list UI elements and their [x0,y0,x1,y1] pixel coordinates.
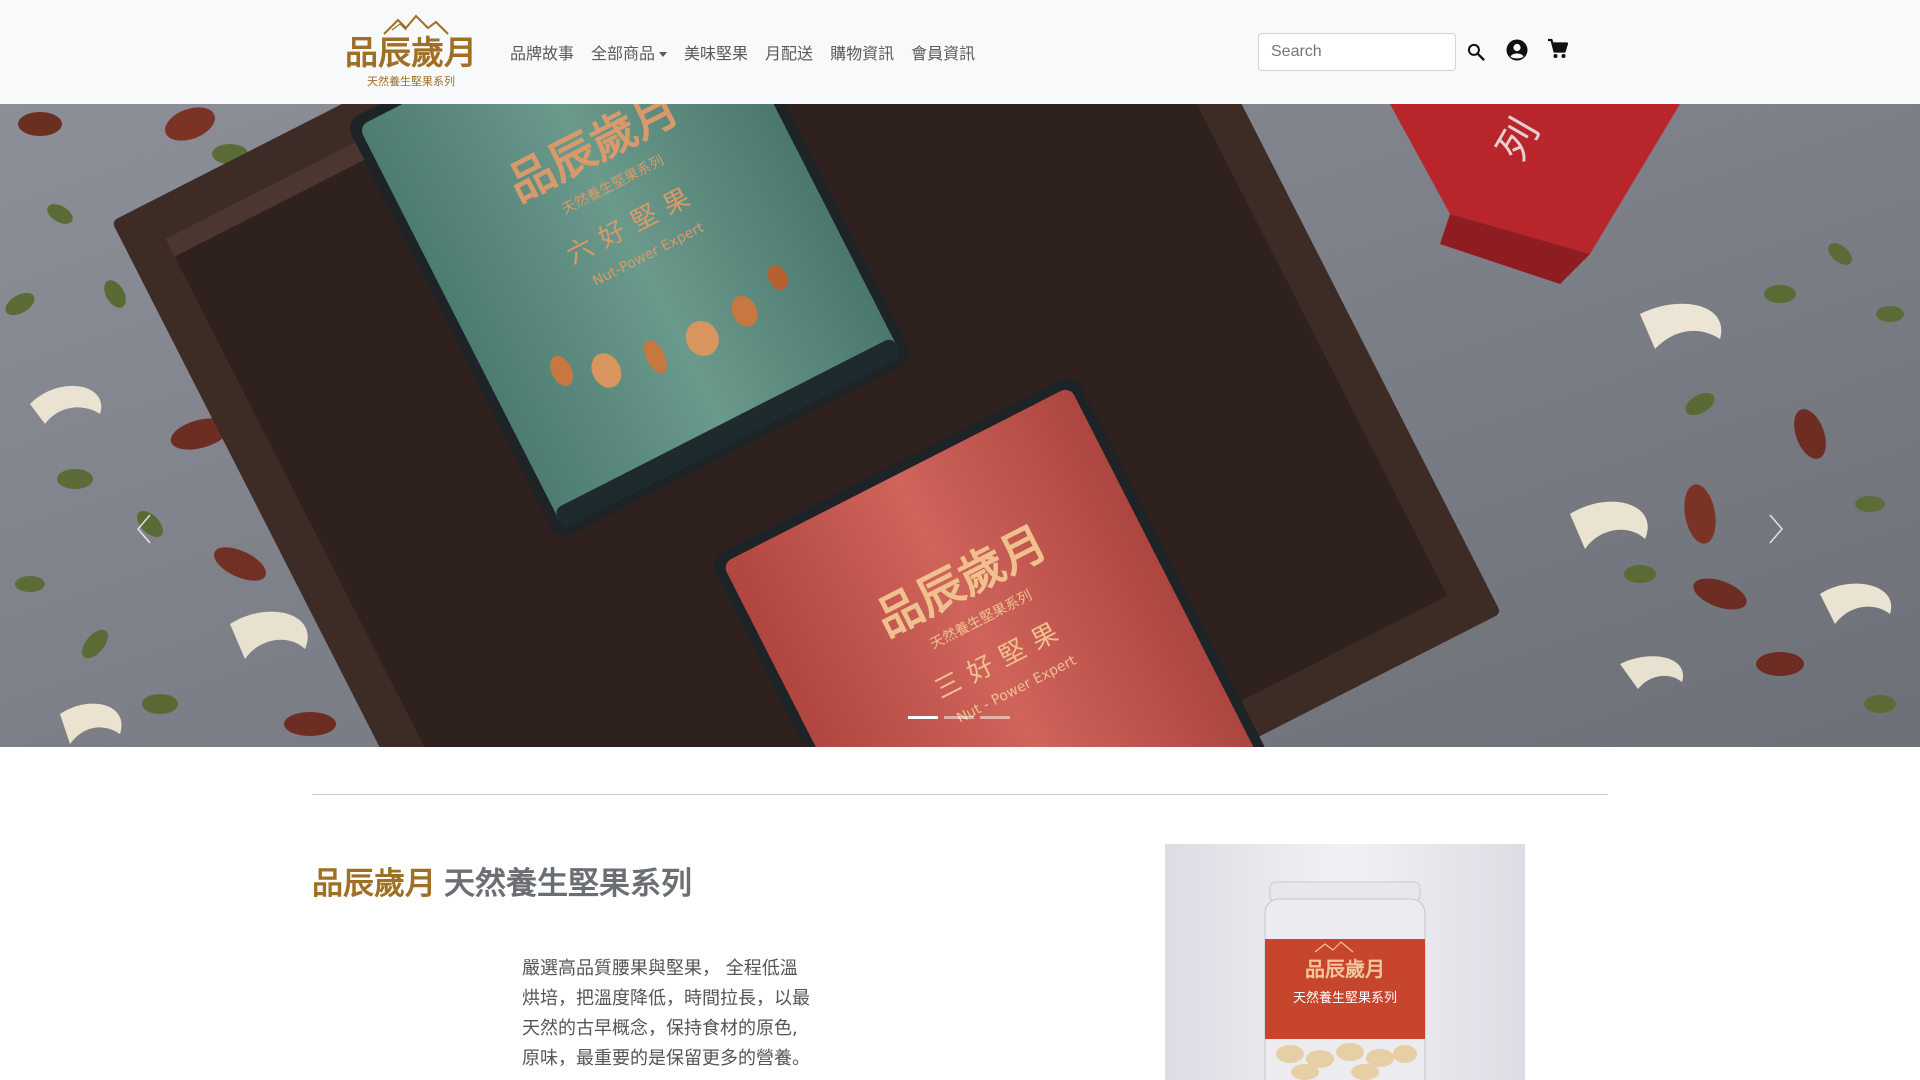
search-button[interactable] [1462,38,1490,66]
carousel-prev-button[interactable] [124,499,164,559]
user-circle-icon [1506,39,1528,61]
hero-carousel: 列 品辰歲月 天然養生堅果系列 六好堅果 Nut-Power Expert 品辰… [0,104,1920,747]
search-input[interactable] [1258,33,1456,71]
description-line: 天然的古早概念，保持食材的原色, [522,1018,798,1039]
carousel-indicator-3[interactable] [980,716,1010,719]
product-jar-graphic: 品辰歲月 天然養生堅果系列 [1165,844,1525,1080]
chevron-left-icon [137,514,151,544]
cart-button[interactable] [1544,35,1572,63]
brand-description: 嚴選高品質腰果與堅果， 全程低溫 烘培，把溫度降低，時間拉長，以最 天然的古早概… [522,954,862,1074]
jar-logo: 品辰歲月 [1305,957,1385,981]
nav-item-monthly-delivery[interactable]: 月配送 [765,40,813,64]
section-divider [312,794,1608,795]
nav-item-shopping-info[interactable]: 購物資訊 [830,40,894,64]
search-icon [1467,43,1485,61]
nav-item-brand-story[interactable]: 品牌故事 [510,40,574,64]
main-nav: 品牌故事 全部商品 美味堅果 月配送 購物資訊 會員資訊 [510,40,975,64]
heading-series: 天然養生堅果系列 [444,866,692,902]
brand-logo-subtitle: 天然養生堅果系列 [367,74,455,88]
dropdown-caret-icon [659,52,668,57]
account-button[interactable] [1503,36,1531,64]
chevron-right-icon [1769,514,1783,544]
carousel-next-button[interactable] [1756,499,1796,559]
description-line: 烘培，把溫度降低，時間拉長，以最 [522,988,810,1009]
hero-slide-image: 列 品辰歲月 天然養生堅果系列 六好堅果 Nut-Power Expert 品辰… [0,104,1920,747]
product-jar-image: 品辰歲月 天然養生堅果系列 [1165,844,1525,1080]
shopping-cart-icon [1548,38,1569,58]
brand-logo-text: 品辰歲月 [345,33,477,72]
nav-item-all-products[interactable]: 全部商品 [591,40,668,64]
nav-item-nuts[interactable]: 美味堅果 [684,40,748,64]
jar-label: 天然養生堅果系列 [1293,990,1397,1006]
section-heading: 品辰歲月 天然養生堅果系列 [312,858,692,903]
heading-brand: 品辰歲月 [312,866,436,902]
nav-item-all-products-label: 全部商品 [591,44,656,63]
carousel-indicator-1[interactable] [908,716,938,719]
carousel-indicator-2[interactable] [944,716,974,719]
navbar: 品辰歲月 天然養生堅果系列 品牌故事 全部商品 美味堅果 月配送 購物資訊 會員… [0,0,1920,104]
description-line: 嚴選高品質腰果與堅果， 全程低溫 [522,958,798,979]
nav-item-member-info[interactable]: 會員資訊 [911,40,975,64]
brand-logo[interactable]: 品辰歲月 天然養生堅果系列 [336,14,486,92]
brand-logo-image: 品辰歲月 天然養生堅果系列 [345,14,477,88]
carousel-indicators [908,716,1010,719]
description-line: 原味，最重要的是保留更多的營養。 [522,1048,810,1069]
